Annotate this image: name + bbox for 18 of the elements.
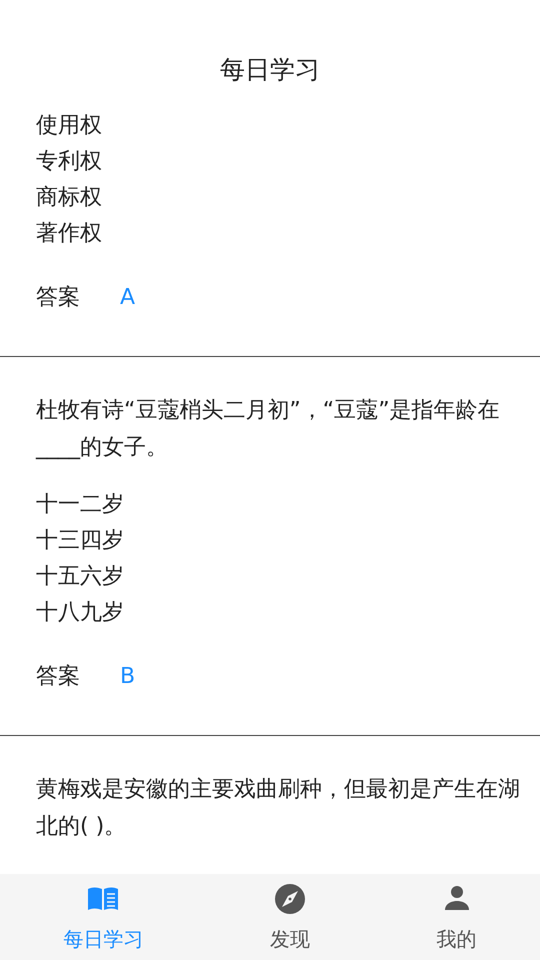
- answer-label: 答案: [36, 284, 80, 312]
- question-text: 杜牧有诗“豆蔻梢头二月初”，“豆蔻”是指年龄在____的女子。: [36, 397, 501, 462]
- answer-option[interactable]: 著作权: [36, 216, 520, 252]
- answer-label: 答案: [36, 663, 80, 691]
- tab-item[interactable]: 发现: [206, 874, 374, 960]
- answer-option[interactable]: 使用权: [36, 108, 520, 144]
- answer-option[interactable]: 十五六岁: [36, 559, 520, 595]
- answer-value: B: [120, 663, 136, 691]
- tab-item[interactable]: 我的: [373, 874, 540, 960]
- answer-option[interactable]: 十一二岁: [36, 487, 520, 523]
- compass-icon: [273, 882, 307, 916]
- answer-option[interactable]: 十八九岁: [36, 595, 520, 631]
- answer-option[interactable]: 商标权: [36, 180, 520, 216]
- answer-option[interactable]: 专利权: [36, 144, 520, 180]
- answer-value: A: [120, 284, 136, 312]
- question-text: 黄梅戏是安徽的主要戏曲刷种，但最初是产生在湖北的( )。: [36, 776, 520, 841]
- page-title: 每日学习: [220, 55, 320, 84]
- answer-option[interactable]: 十三四岁: [36, 523, 520, 559]
